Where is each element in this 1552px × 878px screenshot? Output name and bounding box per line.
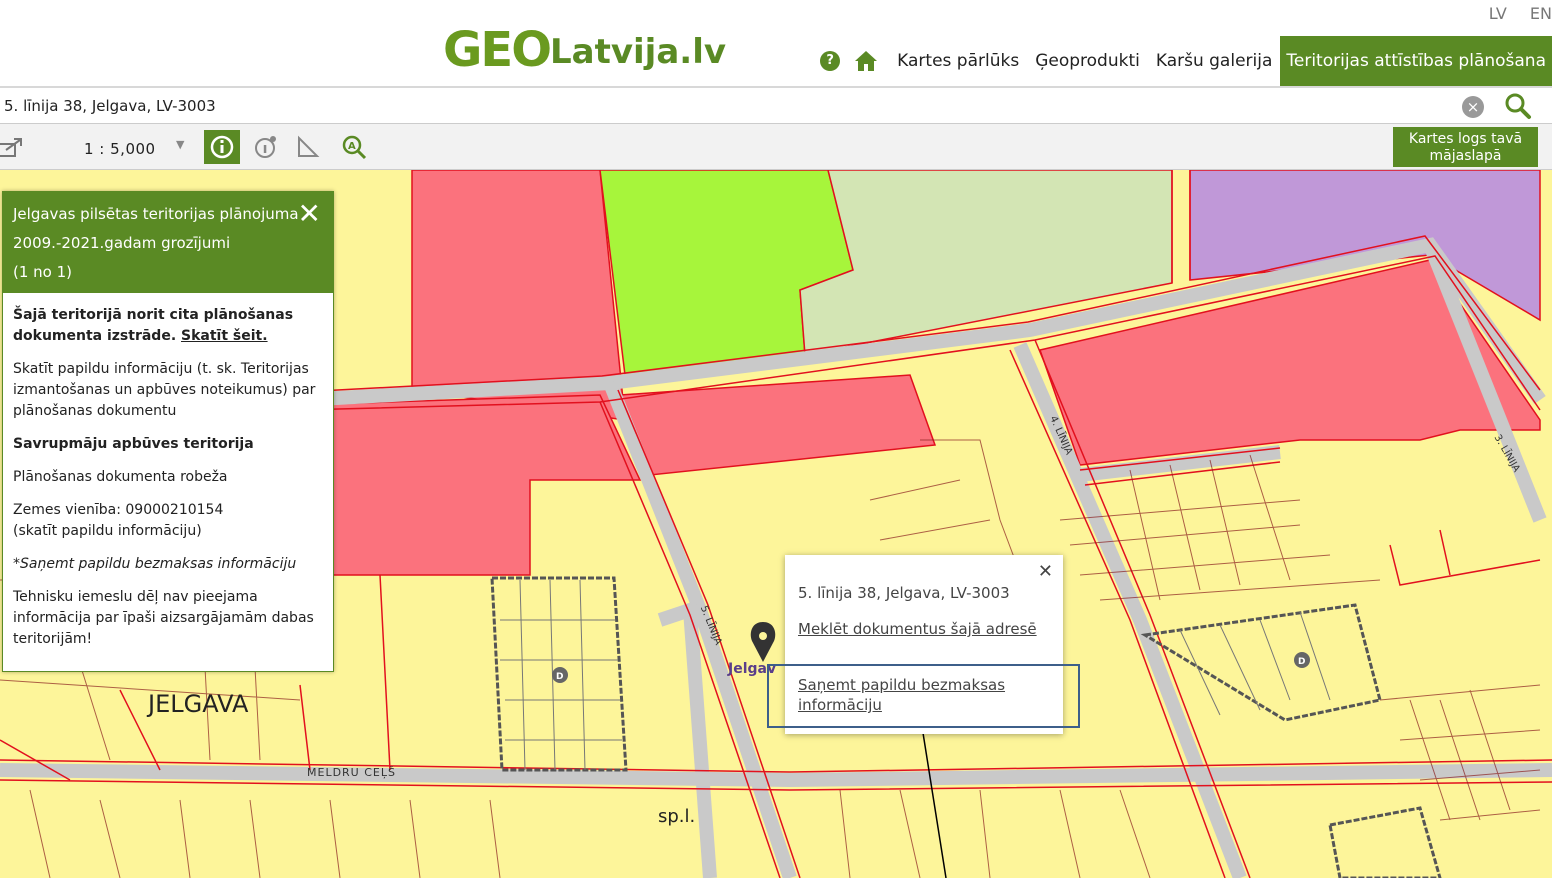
panel-parcel: Zemes vienība: 09000210154 (skatīt papild… (13, 502, 224, 539)
info-tool-icon[interactable] (204, 130, 240, 164)
nav-territory-planning[interactable]: Teritorijas attīstības plānošana (1280, 36, 1552, 86)
info-panel: Jelgavas pilsētas teritorijas plānojuma … (2, 191, 334, 672)
popup-address: 5. līnija 38, Jelgava, LV-3003 (798, 584, 1010, 602)
svg-text:D: D (1298, 657, 1305, 667)
home-icon[interactable] (853, 48, 879, 74)
language-switch: LV EN (1471, 4, 1552, 23)
logo-latvija: Latvija.lv (550, 32, 727, 72)
search-documents-link[interactable]: Meklēt dokumentus šajā adresē (798, 619, 1048, 639)
nav-geoproducts[interactable]: Ģeoprodukti (1027, 51, 1148, 71)
panel-notice: Šajā teritorijā norit cita plānošanas do… (13, 307, 294, 344)
chevron-down-icon[interactable]: ▼ (176, 138, 184, 151)
popup-close-icon[interactable]: ✕ (1038, 561, 1053, 582)
notice-link[interactable]: Skatīt šeit. (181, 328, 268, 344)
scale-select[interactable]: 1 : 5,000 (84, 140, 156, 158)
search-icon[interactable] (1504, 92, 1532, 120)
share-icon[interactable] (0, 130, 30, 164)
panel-body: Šajā teritorijā norit cita plānošanas do… (3, 293, 333, 674)
svg-text:D: D (556, 672, 563, 682)
clear-icon[interactable]: × (1462, 96, 1484, 118)
highlight-box (767, 664, 1080, 728)
header: GEO Latvija.lv LV EN ? Kartes pārlūks Ģe… (0, 0, 1552, 88)
embed-map-button[interactable]: Kartes logs tavā mājaslapā (1393, 127, 1538, 167)
city-label: JELGAVA (148, 690, 249, 718)
measure-info-icon[interactable] (248, 130, 284, 164)
panel-count: (1 no 1) (13, 263, 73, 281)
parcel-link[interactable]: (skatīt papildu informāciju) (13, 523, 202, 539)
main-nav: ? Kartes pārlūks Ģeoprodukti Karšu galer… (817, 36, 1552, 86)
nav-map-browser[interactable]: Kartes pārlūks (889, 51, 1027, 71)
panel-header: Jelgavas pilsētas teritorijas plānojuma … (3, 192, 333, 293)
panel-boundary: Plānošanas dokumenta robeža (13, 469, 228, 485)
measure-area-icon[interactable] (290, 130, 326, 164)
panel-free-info-link[interactable]: *Saņemt papildu bezmaksas informāciju (13, 554, 323, 575)
search-bar: × (0, 88, 1552, 124)
map-toolbar: 1 : 5,000 ▼ A Kartes logs tavā mājaslapā (0, 124, 1552, 170)
zoom-icon[interactable]: A (336, 130, 372, 164)
logo-geo: GEO (443, 22, 552, 78)
search-input[interactable] (4, 94, 1404, 118)
panel-info-link[interactable]: Skatīt papildu informāciju (t. sk. Terit… (13, 359, 323, 422)
spl-label: sp.l. (658, 806, 696, 827)
logo[interactable]: GEO Latvija.lv (443, 16, 726, 76)
help-icon[interactable]: ? (817, 48, 843, 74)
svg-text:A: A (348, 141, 356, 152)
panel-note: Tehnisku iemeslu dēļ nav pieejama inform… (13, 589, 314, 647)
nav-map-gallery[interactable]: Karšu galerija (1148, 51, 1281, 71)
street-label-meldru: MELDRU CEĻŠ (307, 766, 396, 779)
panel-zone: Savrupmāju apbūves teritorija (13, 436, 254, 452)
lang-en[interactable]: EN (1530, 4, 1552, 23)
lang-lv[interactable]: LV (1489, 4, 1507, 23)
close-icon[interactable]: ✕ (298, 200, 321, 228)
panel-title: Jelgavas pilsētas teritorijas plānojuma … (13, 205, 299, 252)
